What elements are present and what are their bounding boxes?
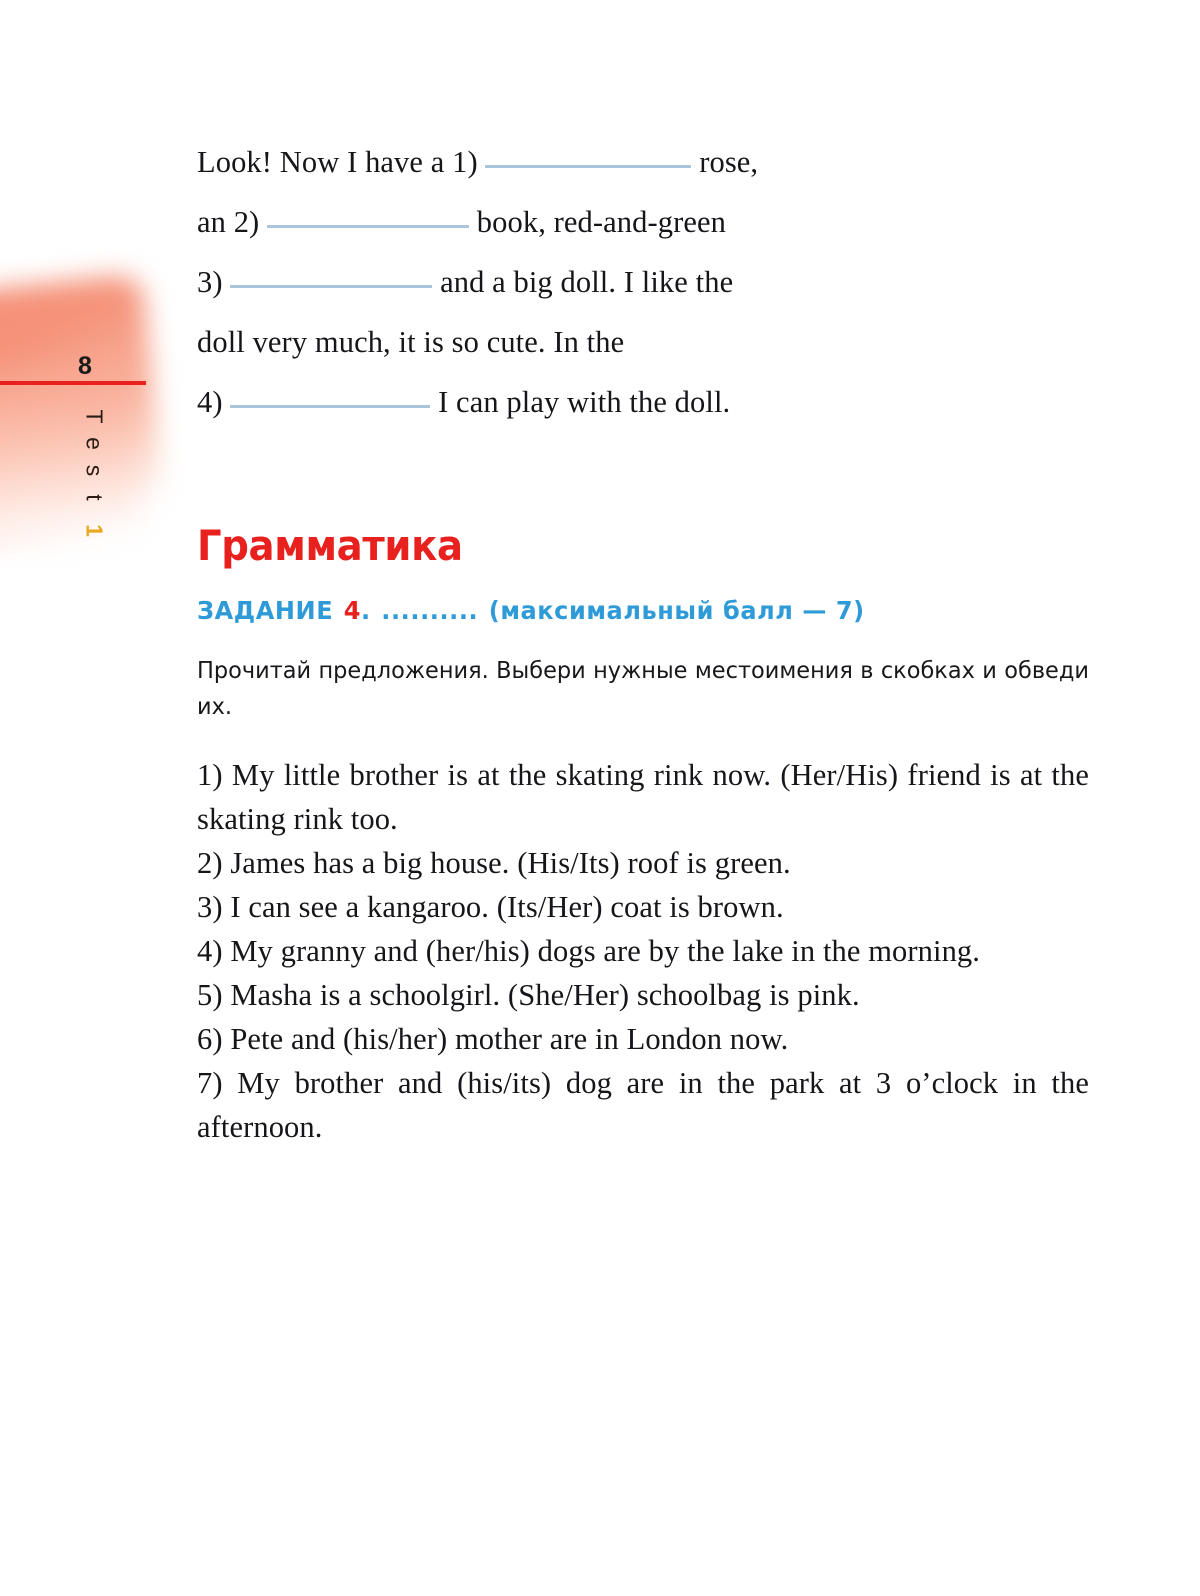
cloze-blank-1[interactable] [485, 165, 692, 168]
task-label: ЗАДАНИЕ [197, 596, 334, 625]
cloze-text-5a: 4) [197, 385, 223, 419]
side-tab-label-number: 1 [81, 524, 108, 537]
cloze-line-1: Look! Now I have a 1) rose, [197, 132, 1089, 192]
page-number: 8 [78, 352, 92, 380]
task-period: . [361, 596, 371, 625]
side-tab-gradient-blob-secondary [0, 367, 140, 552]
task-dots: .......... [381, 596, 479, 625]
exercise-item[interactable]: 5) Masha is a schoolgirl. (She/Her) scho… [197, 973, 1089, 1017]
task-number: 4 [343, 596, 362, 625]
exercise-item[interactable]: 2) James has a big house. (His/Its) roof… [197, 841, 1089, 885]
cloze-text-5b: I can play with the doll. [438, 385, 731, 419]
cloze-line-3: 3) and a big doll. I like the [197, 252, 1089, 312]
exercise-item[interactable]: 4) My granny and (her/his) dogs are by t… [197, 929, 1089, 973]
exercise-item[interactable]: 1) My little brother is at the skating r… [197, 753, 1089, 841]
cloze-text-4: doll very much, it is so cute. In the [197, 325, 625, 359]
cloze-text-3b: and a big doll. I like the [440, 265, 734, 299]
cloze-blank-2[interactable] [267, 225, 470, 228]
cloze-text-3a: 3) [197, 265, 223, 299]
task-header: ЗАДАНИЕ 4........... (максимальный балл — … [197, 596, 1053, 625]
side-tab-label: T e s t 1 [72, 405, 116, 555]
section-heading-grammar: Грамматика [197, 521, 463, 570]
page-content: Look! Now I have a 1) rose, an 2) book, … [197, 0, 1089, 1149]
cloze-paragraph: Look! Now I have a 1) rose, an 2) book, … [197, 132, 1089, 432]
cloze-text-2b: book, red-and-green [476, 205, 726, 239]
cloze-line-5: 4) I can play with the doll. [197, 372, 1089, 432]
cloze-line-4: doll very much, it is so cute. In the [197, 312, 1089, 372]
exercise-item[interactable]: 3) I can see a kangaroo. (Its/Her) coat … [197, 885, 1089, 929]
cloze-blank-4[interactable] [230, 405, 431, 408]
exercise-list: 1) My little brother is at the skating r… [197, 753, 1089, 1149]
cloze-line-2: an 2) book, red-and-green [197, 192, 1089, 252]
exercise-item[interactable]: 6) Pete and (his/her) mother are in Lond… [197, 1017, 1089, 1061]
task-max-score: (максимальный балл — 7) [488, 596, 865, 625]
cloze-text-2a: an 2) [197, 205, 260, 239]
exercise-item[interactable]: 7) My brother and (his/its) dog are in t… [197, 1061, 1089, 1149]
side-tab-red-rule [0, 381, 146, 385]
cloze-blank-3[interactable] [230, 285, 433, 288]
cloze-text-1a: Look! Now I have a 1) [197, 145, 478, 179]
cloze-text-1b: rose, [699, 145, 759, 179]
task-instruction: Прочитай предложения. Выбери нужные мест… [197, 656, 1089, 720]
